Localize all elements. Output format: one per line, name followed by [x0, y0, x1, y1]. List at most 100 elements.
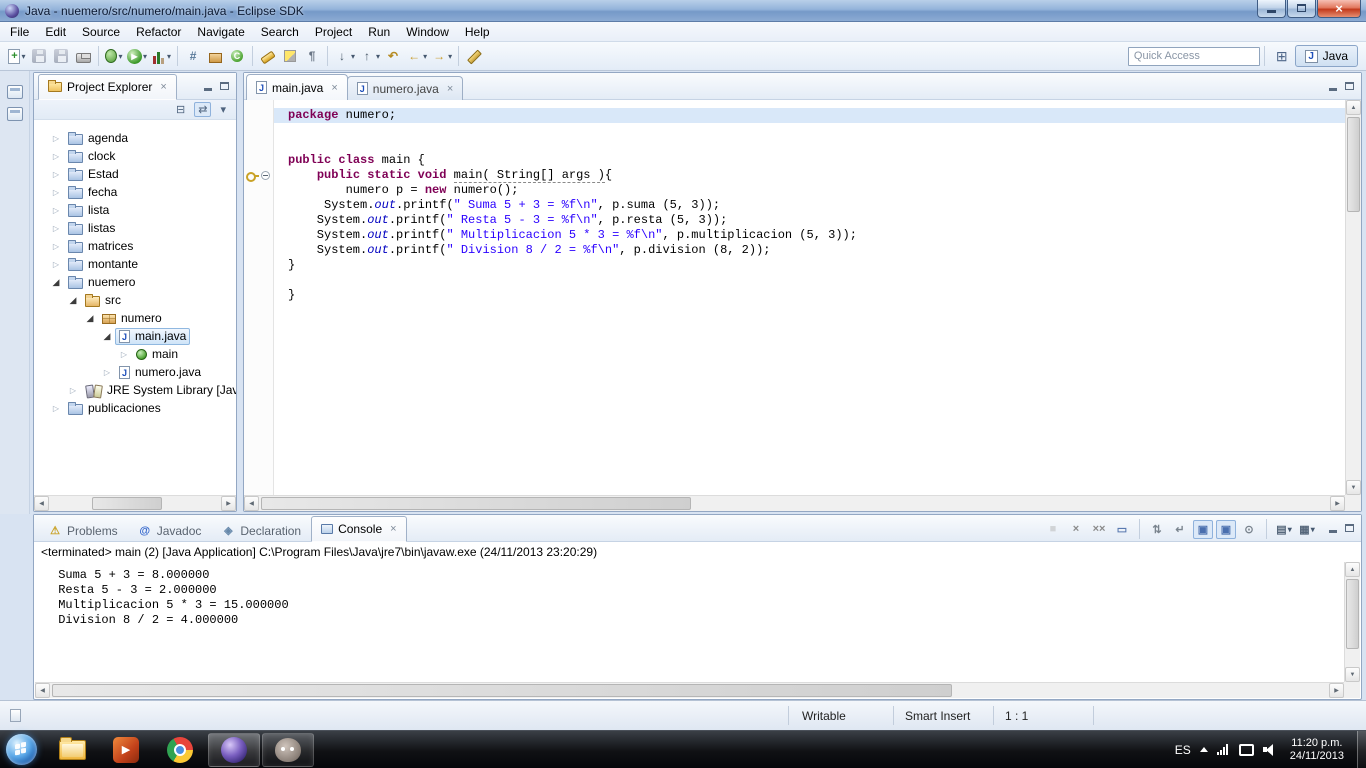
expand-arrow-icon[interactable]: ▷: [48, 260, 64, 269]
new-button[interactable]: + ▾: [6, 44, 28, 68]
collapse-all-button[interactable]: ⊟: [172, 102, 189, 117]
clear-console-button[interactable]: ▭: [1112, 520, 1132, 539]
code-line[interactable]: numero p = new numero();: [274, 183, 1345, 198]
last-edit-location-button[interactable]: ↶: [382, 44, 404, 68]
search-button[interactable]: [257, 44, 279, 68]
restore-view-icon[interactable]: [7, 85, 23, 99]
menu-project[interactable]: Project: [307, 22, 360, 42]
forward-button[interactable]: → ▾: [429, 44, 454, 68]
print-button[interactable]: [72, 44, 94, 68]
tree-item-fecha[interactable]: ▷ fecha: [34, 183, 236, 201]
start-button[interactable]: [6, 734, 37, 765]
tree-item-clock[interactable]: ▷ clock: [34, 147, 236, 165]
java-perspective-button[interactable]: J Java: [1294, 45, 1358, 67]
dropdown-arrow-icon[interactable]: ▾: [143, 52, 147, 61]
code-line[interactable]: [274, 123, 1345, 138]
console-output[interactable]: Suma 5 + 3 = 8.000000 Resta 5 - 3 = 2.00…: [37, 564, 1343, 681]
coverage-button[interactable]: ▾: [149, 44, 173, 68]
tree-item-main-java[interactable]: ◢ main.java: [34, 327, 236, 345]
console-tab-declaration[interactable]: ◈ Declaration: [211, 519, 311, 542]
maximize-editor-button[interactable]: [1341, 78, 1358, 93]
run-button[interactable]: ▶ ▾: [125, 44, 149, 68]
previous-annotation-button[interactable]: ↑ ▾: [357, 44, 382, 68]
close-view-icon[interactable]: ×: [160, 81, 166, 93]
tree-item-src[interactable]: ◢ src: [34, 291, 236, 309]
scroll-left-icon[interactable]: ◀: [35, 683, 50, 698]
dropdown-arrow-icon[interactable]: ▾: [448, 52, 452, 61]
expand-arrow-icon[interactable]: ▷: [48, 170, 64, 179]
menu-navigate[interactable]: Navigate: [189, 22, 252, 42]
expand-arrow-icon[interactable]: ▷: [99, 368, 115, 377]
view-menu-button[interactable]: ▾: [216, 102, 230, 117]
clock[interactable]: 11:20 p.m. 24/11/2013: [1290, 737, 1344, 763]
expand-arrow-icon[interactable]: ▷: [48, 152, 64, 161]
tree-item-matrices[interactable]: ▷ matrices: [34, 237, 236, 255]
taskbar-media-player-button[interactable]: [100, 733, 152, 767]
scrollbar-thumb[interactable]: [1347, 117, 1360, 212]
dropdown-arrow-icon[interactable]: ▾: [1288, 525, 1292, 534]
maximize-console-button[interactable]: [1341, 520, 1358, 535]
quick-access-input[interactable]: [1127, 46, 1260, 66]
expand-arrow-icon[interactable]: ▷: [48, 134, 64, 143]
expand-arrow-icon[interactable]: ▷: [65, 386, 81, 395]
remove-launch-button[interactable]: ×: [1066, 520, 1086, 539]
tree-item-publicaciones[interactable]: ▷ publicaciones: [34, 399, 236, 417]
code-line[interactable]: public static void main( String[] args )…: [274, 168, 1345, 183]
maximize-window-button[interactable]: [1287, 0, 1316, 18]
console-tab-console[interactable]: Console ×: [311, 516, 407, 542]
scroll-right-icon[interactable]: ▶: [1330, 496, 1345, 511]
network-icon[interactable]: [1216, 744, 1230, 755]
code-line[interactable]: }: [274, 288, 1345, 303]
minimize-editor-button[interactable]: [1324, 78, 1341, 93]
collapse-arrow-icon[interactable]: ◢: [48, 277, 64, 288]
menu-help[interactable]: Help: [457, 22, 498, 42]
code-area[interactable]: package numero; public class main { publi…: [274, 100, 1345, 495]
taskbar-chrome-button[interactable]: [154, 733, 206, 767]
collapse-arrow-icon[interactable]: ◢: [65, 295, 81, 306]
dropdown-arrow-icon[interactable]: ▾: [1311, 525, 1315, 534]
tree-item-agenda[interactable]: ▷ agenda: [34, 129, 236, 147]
expand-arrow-icon[interactable]: ▷: [116, 350, 132, 359]
code-line[interactable]: System.out.printf(" Suma 5 + 3 = %f\n", …: [274, 198, 1345, 213]
menu-source[interactable]: Source: [74, 22, 128, 42]
scroll-left-icon[interactable]: ◀: [244, 496, 259, 511]
volume-icon[interactable]: [1262, 743, 1277, 756]
minimize-view-button[interactable]: [199, 78, 216, 93]
editor-horizontal-scrollbar[interactable]: ◀ ▶: [244, 495, 1345, 511]
scroll-lock-button[interactable]: ⇅: [1147, 520, 1167, 539]
console-horizontal-scrollbar[interactable]: ◀ ▶: [35, 682, 1344, 698]
tree-item-numero-java[interactable]: ▷ numero.java: [34, 363, 236, 381]
menu-run[interactable]: Run: [360, 22, 398, 42]
fold-collapse-icon[interactable]: [261, 171, 270, 180]
close-tab-icon[interactable]: ×: [390, 523, 396, 535]
show-console-stderr-button[interactable]: ▣: [1216, 519, 1236, 539]
new-class-button[interactable]: C: [226, 44, 248, 68]
minimize-window-button[interactable]: [1257, 0, 1286, 18]
link-with-editor-button[interactable]: ⇄: [194, 102, 212, 117]
code-line[interactable]: System.out.printf(" Multiplicacion 5 * 3…: [274, 228, 1345, 243]
code-line[interactable]: System.out.printf(" Resta 5 - 3 = %f\n",…: [274, 213, 1345, 228]
dropdown-arrow-icon[interactable]: ▾: [21, 52, 25, 61]
collapse-arrow-icon[interactable]: ◢: [82, 313, 98, 324]
expand-arrow-icon[interactable]: ▷: [48, 404, 64, 413]
close-tab-icon[interactable]: ×: [331, 82, 337, 94]
code-line[interactable]: public class main {: [274, 153, 1345, 168]
taskbar-gimp-button[interactable]: [262, 732, 314, 767]
scrollbar-thumb[interactable]: [92, 497, 162, 510]
scroll-up-icon[interactable]: ▲: [1345, 562, 1360, 577]
tree-item-lista[interactable]: ▷ lista: [34, 201, 236, 219]
hidden-icons-button[interactable]: [1199, 747, 1208, 752]
language-indicator[interactable]: ES: [1175, 743, 1191, 757]
scroll-left-icon[interactable]: ◀: [34, 496, 49, 511]
new-java-project-button[interactable]: #: [182, 44, 204, 68]
scrollbar-thumb[interactable]: [52, 684, 952, 697]
tree-item-estad[interactable]: ▷ Estad: [34, 165, 236, 183]
show-desktop-button[interactable]: [1357, 730, 1366, 768]
show-whitespace-button[interactable]: ¶: [301, 44, 323, 68]
dropdown-arrow-icon[interactable]: ▾: [167, 52, 171, 61]
project-explorer-tab[interactable]: Project Explorer ×: [38, 74, 177, 100]
code-line[interactable]: System.out.printf(" Division 8 / 2 = %f\…: [274, 243, 1345, 258]
editor-tab-numero-java[interactable]: numero.java ×: [346, 76, 464, 100]
editor-vertical-scrollbar[interactable]: ▲ ▼: [1345, 100, 1361, 495]
tree-item-numero[interactable]: ◢ numero: [34, 309, 236, 327]
